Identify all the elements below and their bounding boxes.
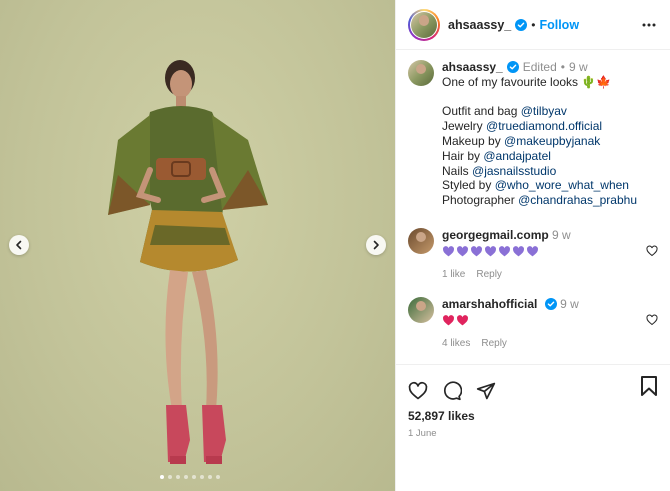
comment-item: amarshahofficial 9 w 4 likes Reply [408,297,658,351]
verified-badge-icon [506,61,519,74]
meta-dot: • [560,60,565,74]
heart-emoji-icon [443,315,455,326]
commenter-avatar[interactable] [408,297,434,323]
comment-age: 9 w [552,228,571,242]
credit-outfit: Outfit and bag @tilbyav [442,104,567,119]
carousel-dot [184,475,188,479]
reply-button[interactable]: Reply [476,267,502,282]
heart-emoji-icon [513,246,524,257]
comment-text [442,314,579,327]
avatar-image [411,11,437,38]
commenter-avatar[interactable] [408,228,434,254]
heart-emoji-icon [471,246,483,257]
comment-like-icon[interactable] [646,314,658,326]
header-separator: • [531,17,536,32]
post-caption: ahsaassy_ Edited • 9 w One of my favouri… [396,51,670,208]
caption-text: One of my favourite looks 🌵🍁 [442,74,612,89]
mention-link[interactable]: @makeupbyjanak [504,134,600,148]
carousel-dot [216,475,220,479]
heart-emoji-icon [457,315,469,326]
mention-link[interactable]: @jasnailsstudio [472,164,556,178]
carousel-dot [208,475,212,479]
comments-section[interactable]: ahsaassy_ Edited • 9 w One of my favouri… [396,51,670,364]
author-username[interactable]: ahsaassy_ [448,18,511,32]
action-bar [396,365,670,405]
credit-hair: Hair by @andajpatel [442,148,551,163]
chevron-left-icon [16,240,22,250]
follow-button[interactable]: Follow [539,18,579,32]
edited-label: Edited [522,60,557,74]
reply-button[interactable]: Reply [481,336,507,351]
credit-makeup: Makeup by @makeupbyjanak [442,133,601,148]
chevron-right-icon [373,240,379,250]
carousel-dot [160,475,164,479]
carousel-dot [192,475,196,479]
post-photo [108,60,268,464]
heart-emoji-icon [443,246,455,257]
paper-plane-icon[interactable] [476,381,496,401]
carousel-next-button[interactable] [366,235,386,255]
heart-outline-icon[interactable] [408,381,428,401]
post-media[interactable] [0,0,395,491]
post-panel: ahsaassy_ • Follow ahsaassy_ Edited • 9 … [395,0,670,491]
comment-bubble-icon[interactable] [442,380,462,401]
carousel-dot [200,475,204,479]
credit-photographer: Photographer @chandrahas_prabhu [442,193,637,208]
caption-avatar[interactable] [408,60,434,86]
comment-text [442,245,571,258]
mention-link[interactable]: @andajpatel [483,149,551,163]
carousel-prev-button[interactable] [9,235,29,255]
commenter-username[interactable]: georgegmail.comp [442,228,549,242]
carousel-dot [168,475,172,479]
caption-username[interactable]: ahsaassy_ [442,60,503,75]
mention-link[interactable]: @tilbyav [521,104,567,118]
comment-item: georgegmail.comp 9 w 1 like Reply [408,228,658,282]
more-horizontal-icon[interactable] [642,18,656,32]
comment-age: 9 w [560,297,579,311]
credit-nails: Nails @jasnailsstudio [442,163,557,178]
carousel-indicator [160,475,220,479]
author-avatar[interactable] [408,8,440,41]
comment-like-icon[interactable] [646,245,658,257]
comment-like-count[interactable]: 1 like [442,267,465,282]
credit-jewelry: Jewelry @truediamond.official [442,119,603,134]
post-footer: 52,897 likes 1 June [396,364,670,491]
mention-link[interactable]: @truediamond.official [486,119,602,133]
heart-emoji-icon [527,246,538,257]
commenter-username[interactable]: amarshahofficial [442,297,537,311]
caption-age: 9 w [568,60,588,74]
mention-link[interactable]: @chandrahas_prabhu [518,193,637,207]
heart-emoji-icon [457,246,469,257]
heart-emoji-icon [499,246,511,257]
comment-like-count[interactable]: 4 likes [442,336,470,351]
likes-count[interactable]: 52,897 likes [396,405,670,423]
mention-link[interactable]: @who_wore_what_when [495,178,629,192]
verified-badge-icon [544,298,557,310]
credit-styling: Styled by @who_wore_what_when [442,178,629,193]
verified-badge-icon [515,18,528,31]
post-date: 1 June [408,428,437,439]
bookmark-icon[interactable] [640,376,658,396]
post-header: ahsaassy_ • Follow [396,0,670,50]
heart-emoji-icon [485,246,497,257]
carousel-dot [176,475,180,479]
